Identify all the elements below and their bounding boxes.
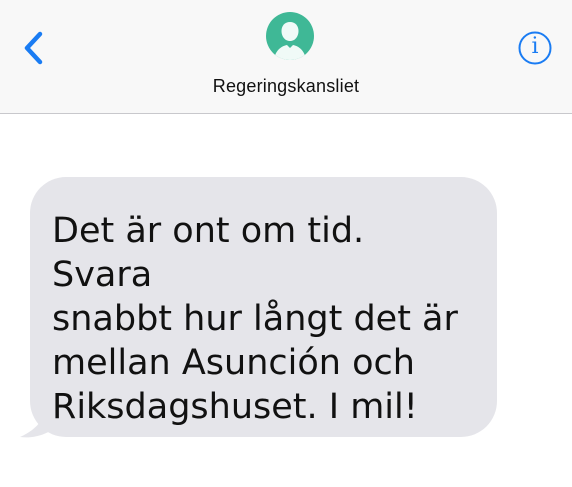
message-thread: Det är ont om tid. Svara snabbt hur lång… [0,114,572,487]
info-glyph: i [531,34,539,59]
contact-avatar[interactable] [266,12,314,60]
info-button[interactable]: i [517,30,553,66]
conversation-header: Regeringskansliet i [0,0,572,114]
chevron-left-icon [24,31,43,65]
incoming-message[interactable]: Det är ont om tid. Svara snabbt hur lång… [18,177,498,439]
contact-name[interactable]: Regeringskansliet [0,76,572,97]
message-text: Det är ont om tid. Svara snabbt hur lång… [52,211,458,427]
back-button[interactable] [18,28,52,68]
message-screen: Regeringskansliet i Det är ont om tid. S… [0,0,572,487]
person-silhouette-icon [274,22,306,60]
message-bubble: Det är ont om tid. Svara snabbt hur lång… [30,177,497,437]
